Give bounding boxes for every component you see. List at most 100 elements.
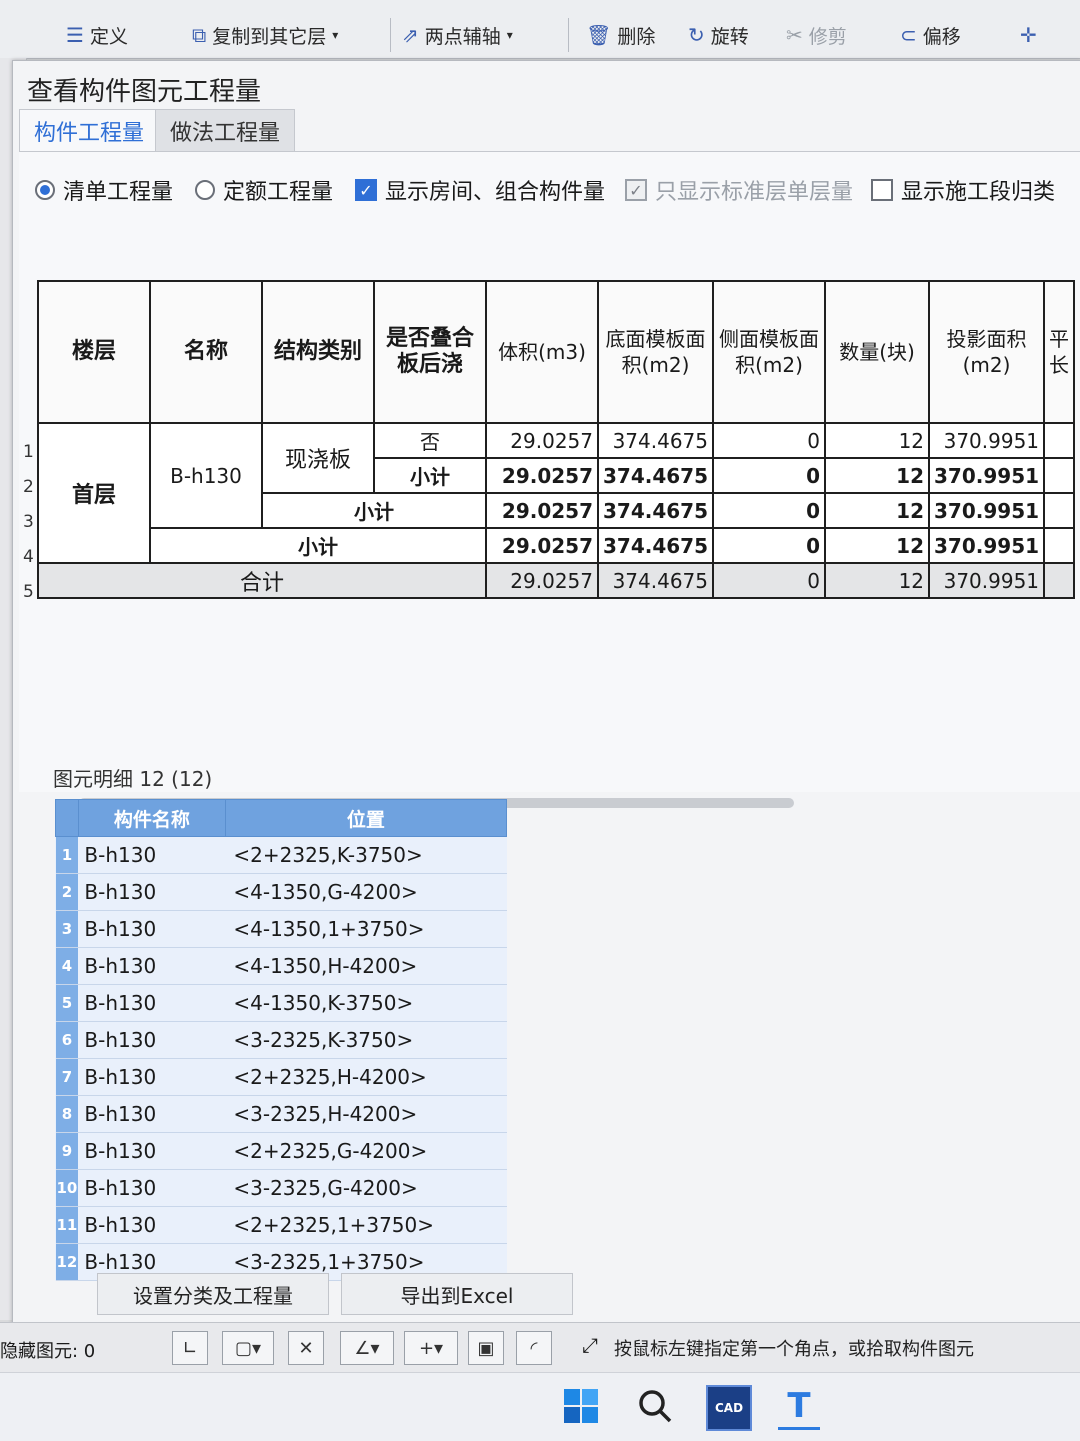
cell-structure: 现浇板 xyxy=(261,422,375,494)
define-button[interactable]: ☰ 定义 xyxy=(66,20,128,50)
list-item[interactable]: 10 B-h130 <3-2325,G-4200> xyxy=(55,1169,507,1207)
status-hint: 按鼠标左键指定第一个角点，或拾取构件图元 xyxy=(614,1339,974,1360)
row-index: 3 xyxy=(55,910,79,948)
cell-count: 12 xyxy=(824,527,931,564)
cell-subtotal-label: 小计 xyxy=(261,492,487,529)
export-excel-button[interactable]: 导出到Excel xyxy=(341,1273,573,1315)
cell-bottom: 374.4675 xyxy=(596,422,715,459)
rotate-button[interactable]: ↻ 旋转 xyxy=(688,20,749,50)
header-side-formwork[interactable]: 侧面模板面积(m2) xyxy=(712,280,827,424)
arc-tool[interactable]: ◜ xyxy=(516,1331,552,1365)
cell-subtotal-label: 小计 xyxy=(149,527,487,564)
radio-selected-icon xyxy=(35,180,55,200)
cell-count: 12 xyxy=(824,457,931,494)
cell-volume: 29.0257 xyxy=(485,457,599,494)
status-bar: 隐藏图元: 0 ∟ ▢▾ ✕ ∠▾ +▾ ▣ ◜ ⤢ 按鼠标左键指定第一个角点，… xyxy=(0,1322,1080,1373)
cad-app-icon[interactable]: CAD xyxy=(706,1385,752,1431)
header-volume[interactable]: 体积(m3) xyxy=(485,280,599,424)
cell-position: <2+2325,K-3750> xyxy=(225,836,507,874)
text-app-icon[interactable]: T xyxy=(778,1385,820,1430)
header-composite[interactable]: 是否叠合板后浇 xyxy=(373,280,487,424)
cell-name: B-h130 xyxy=(149,422,263,529)
os-taskbar: CAD T xyxy=(0,1372,1080,1441)
display-tool[interactable]: ▣ xyxy=(468,1331,504,1365)
angle-icon: ∠▾ xyxy=(354,1337,380,1359)
radio-bill-quantity[interactable]: 清单工程量 xyxy=(35,174,173,206)
header-component-name[interactable]: 构件名称 xyxy=(77,799,226,837)
header-count[interactable]: 数量(块) xyxy=(824,280,931,424)
check-show-room[interactable]: ✓ 显示房间、组合构件量 xyxy=(355,174,605,206)
windows-start-icon[interactable] xyxy=(560,1385,602,1427)
header-structure[interactable]: 结构类别 xyxy=(261,280,375,424)
cell-component-name: B-h130 xyxy=(78,1206,226,1244)
list-item[interactable]: 7 B-h130 <2+2325,H-4200> xyxy=(55,1058,507,1096)
copy-layer-icon: ⧉ xyxy=(192,23,207,47)
snap-tool[interactable]: +▾ xyxy=(404,1331,458,1365)
cell-bottom: 374.4675 xyxy=(596,527,715,564)
cell-component-name: B-h130 xyxy=(78,1021,226,1059)
row-index: 11 xyxy=(55,1206,79,1244)
search-icon[interactable] xyxy=(634,1385,676,1427)
two-point-axis-button[interactable]: ⇗ 两点辅轴 ▾ xyxy=(402,20,513,50)
list-item[interactable]: 4 B-h130 <4-1350,H-4200> xyxy=(55,947,507,985)
header-truncated[interactable]: 平长 xyxy=(1043,280,1076,424)
cell-proj: 370.9951 xyxy=(928,457,1046,494)
list-item[interactable]: 6 B-h130 <3-2325,K-3750> xyxy=(55,1021,507,1059)
cross-select-tool[interactable]: ✕ xyxy=(288,1331,324,1365)
cell-subtotal-label: 小计 xyxy=(373,457,487,494)
list-item[interactable]: 3 B-h130 <4-1350,1+3750> xyxy=(55,910,507,948)
header-projection-area[interactable]: 投影面积(m2) xyxy=(928,280,1046,424)
arc-icon: ◜ xyxy=(530,1337,538,1359)
table-row[interactable]: 小计 29.0257 374.4675 0 12 370.9951 xyxy=(38,527,1076,564)
app-toolbar: ☰ 定义 ⧉ 复制到其它层 ▾ ⇗ 两点辅轴 ▾ 🗑 删除 ↻ 旋转 ✂ 修剪 ⊂ 偏移 ✛ xyxy=(0,0,1080,59)
list-item[interactable]: 2 B-h130 <4-1350,G-4200> xyxy=(55,873,507,911)
list-item[interactable]: 8 B-h130 <3-2325,H-4200> xyxy=(55,1095,507,1133)
cell-floor: 首层 xyxy=(37,422,151,564)
check-construction-segment[interactable]: 显示施工段归类 xyxy=(871,174,1055,206)
cell-bottom: 374.4675 xyxy=(596,457,715,494)
cell-proj: 370.9951 xyxy=(928,422,1046,459)
row-number: 3 xyxy=(23,512,34,532)
header-floor[interactable]: 楼层 xyxy=(37,280,151,424)
list-item[interactable]: 11 B-h130 <2+2325,1+3750> xyxy=(55,1206,507,1244)
cell-side: 0 xyxy=(712,492,827,529)
check-standard-layer[interactable]: ✓ 只显示标准层单层量 xyxy=(625,174,853,206)
cell-component-name: B-h130 xyxy=(78,1095,226,1133)
axis-icon: ⇗ xyxy=(402,23,419,47)
table-row-total[interactable]: 合计 29.0257 374.4675 0 12 370.9951 xyxy=(37,562,1076,599)
table-row[interactable]: 首层 B-h130 现浇板 否 29.0257 374.4675 0 12 37… xyxy=(37,422,1076,564)
list-item[interactable]: 9 B-h130 <2+2325,G-4200> xyxy=(55,1132,507,1170)
row-index: 2 xyxy=(55,873,79,911)
offset-button[interactable]: ⊂ 偏移 xyxy=(900,20,961,50)
trim-icon: ✂ xyxy=(786,23,803,47)
angle-tool[interactable]: ∠▾ xyxy=(340,1331,394,1365)
header-position[interactable]: 位置 xyxy=(224,799,508,837)
list-item[interactable]: 5 B-h130 <4-1350,K-3750> xyxy=(55,984,507,1022)
crosshair-icon: ✛ xyxy=(1020,23,1037,47)
trim-button[interactable]: ✂ 修剪 xyxy=(786,20,847,50)
cell-component-name: B-h130 xyxy=(78,984,226,1022)
cell-position: <4-1350,K-3750> xyxy=(225,984,507,1022)
rect-select-tool[interactable]: ▢▾ xyxy=(222,1331,274,1365)
list-item[interactable]: 1 B-h130 <2+2325,K-3750> xyxy=(55,836,507,874)
snap-icon: +▾ xyxy=(418,1337,444,1359)
cell-volume: 29.0257 xyxy=(485,492,599,529)
ortho-tool[interactable]: ∟ xyxy=(172,1331,208,1365)
tab-component-quantity[interactable]: 构件工程量 xyxy=(19,109,160,152)
cell-total-label: 合计 xyxy=(37,562,487,599)
header-bottom-formwork[interactable]: 底面模板面积(m2) xyxy=(596,280,715,424)
delete-button[interactable]: 🗑 删除 xyxy=(586,20,655,50)
cell-side: 0 xyxy=(712,422,827,459)
radio-quota-quantity[interactable]: 定额工程量 xyxy=(195,174,333,206)
define-icon: ☰ xyxy=(66,23,84,47)
tab-method-quantity[interactable]: 做法工程量 xyxy=(155,109,296,152)
cell-component-name: B-h130 xyxy=(78,1132,226,1170)
set-classification-button[interactable]: 设置分类及工程量 xyxy=(97,1273,329,1315)
copy-to-layer-button[interactable]: ⧉ 复制到其它层 ▾ xyxy=(192,20,338,50)
row-index: 8 xyxy=(55,1095,79,1133)
hidden-elements-count: 隐藏图元: 0 xyxy=(0,1341,96,1362)
cell-component-name: B-h130 xyxy=(78,910,226,948)
move-cross-button[interactable]: ✛ xyxy=(1020,20,1037,50)
header-name[interactable]: 名称 xyxy=(149,280,263,424)
cell-bottom: 374.4675 xyxy=(596,562,715,599)
